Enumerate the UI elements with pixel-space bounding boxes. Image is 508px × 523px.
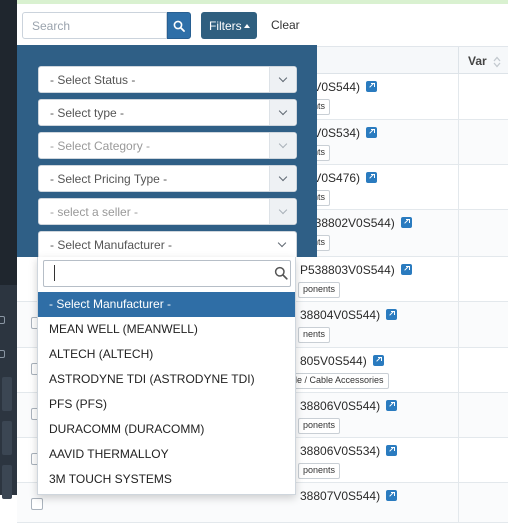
- manufacturer-select[interactable]: - Select Manufacturer -: [38, 231, 297, 257]
- filters-panel: - Select Status - - Select type - - Sele…: [17, 45, 317, 257]
- sidebar-nav-item[interactable]: [2, 377, 12, 411]
- pricing-type-select-toggle[interactable]: [269, 166, 296, 191]
- sidebar-nav-item[interactable]: [2, 421, 12, 455]
- text-cursor: [54, 265, 55, 281]
- left-sidebar: [0, 0, 17, 499]
- dropdown-option[interactable]: MEAN WELL (MEANWELL): [38, 317, 295, 342]
- toolbar: Filters Clear: [17, 4, 508, 46]
- row-sku: 38806V0S534): [300, 444, 398, 458]
- filters-label: Filters: [209, 18, 242, 33]
- sort-icon[interactable]: [493, 56, 501, 68]
- sidebar-handle-icon[interactable]: [0, 350, 5, 358]
- var-cell: [458, 393, 508, 437]
- chevron-down-icon: [278, 106, 288, 116]
- search-icon: [274, 266, 288, 280]
- external-link-icon[interactable]: [366, 172, 378, 183]
- var-cell: [458, 165, 508, 209]
- var-cell: [458, 210, 508, 256]
- var-cell: [458, 302, 508, 347]
- sku-text: 38806V0S544): [300, 399, 381, 413]
- dropdown-option[interactable]: PFS (PFS): [38, 392, 295, 417]
- status-select[interactable]: - Select Status -: [38, 66, 297, 93]
- sku-text: 805V0S544): [300, 354, 367, 368]
- row-sku: 38807V0S544): [300, 489, 398, 503]
- row-sku: P538803V0S544): [300, 263, 412, 277]
- status-select-value: - Select Status -: [50, 73, 136, 87]
- external-link-icon[interactable]: [386, 309, 398, 320]
- dropdown-option[interactable]: 3M TOUCH SYSTEMS: [38, 467, 295, 492]
- type-select-toggle[interactable]: [269, 100, 296, 125]
- manufacturer-dropdown: - Select Manufacturer - MEAN WELL (MEANW…: [37, 257, 296, 495]
- external-link-icon[interactable]: [372, 355, 384, 366]
- external-link-icon[interactable]: [366, 127, 378, 138]
- seller-select-toggle[interactable]: [269, 199, 296, 224]
- manufacturer-select-toggle[interactable]: [269, 232, 296, 257]
- category-tag: ponents: [298, 463, 341, 479]
- dropdown-option[interactable]: - Select Manufacturer -: [38, 292, 295, 317]
- chevron-down-icon: [278, 172, 288, 182]
- category-select[interactable]: - Select Category -: [38, 132, 297, 159]
- search-button[interactable]: [167, 12, 191, 39]
- sku-text: 38807V0S544): [300, 489, 381, 503]
- chevron-down-icon: [278, 73, 288, 83]
- external-link-icon[interactable]: [400, 217, 412, 228]
- pricing-type-select-value: - Select Pricing Type -: [50, 172, 168, 186]
- seller-select[interactable]: - select a seller -: [38, 198, 297, 225]
- sku-text: P538803V0S544): [300, 263, 395, 277]
- external-link-icon[interactable]: [366, 81, 378, 92]
- dropdown-option[interactable]: AAVID THERMALLOY: [38, 442, 295, 467]
- filters-button[interactable]: Filters: [201, 12, 257, 39]
- var-cell: [458, 74, 508, 119]
- chevron-down-icon: [278, 205, 288, 215]
- external-link-icon[interactable]: [386, 445, 398, 456]
- sidebar-top: [0, 0, 17, 285]
- external-link-icon[interactable]: [400, 264, 412, 275]
- sidebar-nav-item[interactable]: [2, 465, 12, 499]
- dropdown-option[interactable]: DURACOMM (DURACOMM): [38, 417, 295, 442]
- clear-link[interactable]: Clear: [271, 18, 300, 32]
- var-cell: [458, 438, 508, 482]
- caret-up-icon: [244, 24, 250, 28]
- sku-text: 38806V0S534): [300, 444, 381, 458]
- var-header-label: Var: [468, 54, 487, 68]
- category-tag: ponents: [298, 282, 341, 298]
- row-sku: 805V0S544): [300, 354, 384, 368]
- category-select-toggle[interactable]: [269, 133, 296, 158]
- row-sku: 38806V0S544): [300, 399, 398, 413]
- category-tag: nents: [298, 327, 331, 343]
- type-select-value: - Select type -: [50, 106, 125, 120]
- type-select[interactable]: - Select type -: [38, 99, 297, 126]
- seller-select-value: - select a seller -: [50, 205, 139, 219]
- sku-text: 38804V0S544): [300, 308, 381, 322]
- manufacturer-search-input[interactable]: [43, 260, 291, 287]
- search-input[interactable]: [22, 12, 167, 39]
- chevron-down-icon: [278, 139, 288, 149]
- category-tag: ble / Cable Accessories: [285, 373, 389, 389]
- var-cell: [458, 120, 508, 164]
- external-link-icon[interactable]: [386, 400, 398, 411]
- row-checkbox[interactable]: [31, 498, 43, 510]
- var-cell: [458, 348, 508, 392]
- category-select-value: - Select Category -: [50, 139, 151, 153]
- row-sku: 38804V0S544): [300, 308, 398, 322]
- var-cell: [458, 257, 508, 301]
- external-link-icon[interactable]: [386, 490, 398, 501]
- category-tag: ponents: [298, 418, 341, 434]
- search-icon: [173, 20, 185, 32]
- var-cell: [458, 483, 508, 522]
- status-select-toggle[interactable]: [269, 67, 296, 92]
- dropdown-option[interactable]: ALTECH (ALTECH): [38, 342, 295, 367]
- manufacturer-select-value: - Select Manufacturer -: [50, 238, 173, 252]
- manufacturer-options: - Select Manufacturer - MEAN WELL (MEANW…: [38, 292, 295, 492]
- pricing-type-select[interactable]: - Select Pricing Type -: [38, 165, 297, 192]
- chevron-down-icon: [277, 238, 287, 248]
- dropdown-option[interactable]: ASTRODYNE TDI (ASTRODYNE TDI): [38, 367, 295, 392]
- sidebar-handle-icon[interactable]: [0, 316, 5, 324]
